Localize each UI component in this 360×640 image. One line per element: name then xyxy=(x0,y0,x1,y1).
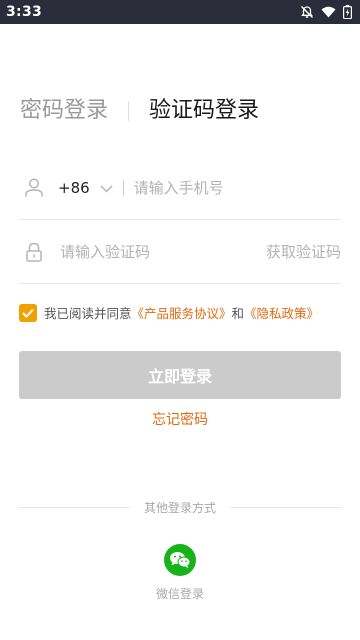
agreement-prefix: 我已阅读并同意 xyxy=(44,306,132,321)
divider-line-left xyxy=(18,506,130,508)
wechat-login-label: 微信登录 xyxy=(155,587,204,601)
service-agreement-link[interactable]: 《产品服务协议》 xyxy=(132,306,232,321)
get-code-button[interactable]: 获取验证码 xyxy=(266,241,341,262)
lock-icon xyxy=(18,242,50,262)
login-button[interactable]: 立即登录 xyxy=(19,351,341,399)
agreement-conjunction: 和 xyxy=(231,306,245,321)
tab-code-login[interactable]: 验证码登录 xyxy=(149,96,259,126)
status-bar: 3:33 xyxy=(0,0,360,24)
notifications-off-icon xyxy=(300,5,314,19)
other-login-divider: 其他登录方式 xyxy=(18,497,343,517)
code-row: 获取验证码 xyxy=(18,220,341,284)
agreement-row: 我已阅读并同意《产品服务协议》和《隐私政策》 xyxy=(19,303,319,322)
divider-line-right xyxy=(230,506,343,508)
wechat-login-button[interactable] xyxy=(164,544,196,576)
country-code: +86 xyxy=(58,178,90,197)
battery-charging-icon xyxy=(343,5,352,19)
forgot-password-link[interactable]: 忘记密码 xyxy=(0,409,360,429)
phone-row: +86 xyxy=(18,156,341,220)
tab-password-login[interactable]: 密码登录 xyxy=(20,96,108,126)
status-icons xyxy=(300,5,352,19)
login-screen: 3:33 密码登录 验证码登录 +86 请输入手机号 请输入验证码 获取验证码 … xyxy=(0,0,360,640)
agreement-text: 我已阅读并同意《产品服务协议》和《隐私政策》 xyxy=(44,303,319,322)
phone-separator xyxy=(122,179,124,196)
other-login-title: 其他登录方式 xyxy=(144,500,217,515)
country-code-selector[interactable]: +86 xyxy=(58,178,113,197)
verification-code-input[interactable] xyxy=(60,242,266,261)
login-mode-tabs: 密码登录 验证码登录 xyxy=(20,96,259,126)
chevron-down-icon xyxy=(100,178,113,197)
user-icon xyxy=(18,178,50,197)
tab-divider xyxy=(128,101,130,121)
phone-input[interactable] xyxy=(133,178,341,197)
status-time: 3:33 xyxy=(6,4,43,20)
privacy-policy-link[interactable]: 《隐私政策》 xyxy=(244,306,319,321)
wifi-icon xyxy=(321,6,336,18)
checkmark-icon xyxy=(22,308,34,318)
agreement-checkbox[interactable] xyxy=(19,303,37,322)
wechat-icon xyxy=(170,552,191,568)
